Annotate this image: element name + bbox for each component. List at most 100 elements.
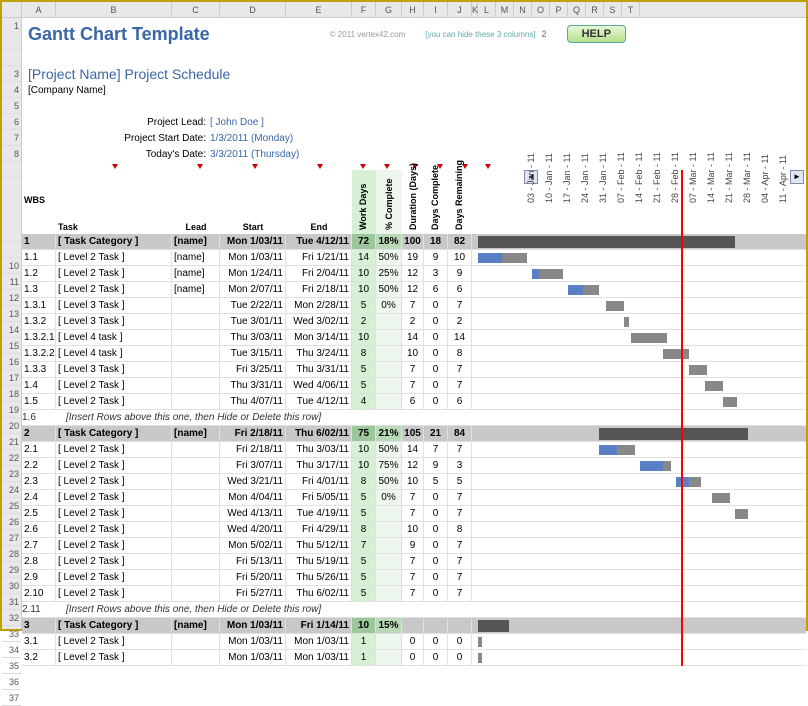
cell-dr[interactable]: 7	[448, 362, 472, 377]
cell-wbs[interactable]: 2.10	[22, 586, 56, 601]
task-row[interactable]: 3.2[ Level 2 Task ]Mon 1/03/11Mon 1/03/1…	[22, 650, 806, 666]
cell-start[interactable]: Wed 4/13/11	[220, 506, 286, 521]
cell-pct[interactable]	[376, 378, 402, 393]
cell-lead[interactable]	[172, 474, 220, 489]
cell-dr[interactable]: 3	[448, 458, 472, 473]
row-header[interactable]: 36	[2, 674, 21, 690]
cell-lead[interactable]	[172, 394, 220, 409]
task-row[interactable]: 1.3.2.1 [ Level 4 task ]Thu 3/03/11Mon 3…	[22, 330, 806, 346]
cell-dr[interactable]: 7	[448, 538, 472, 553]
cell-dr[interactable]: 2	[448, 314, 472, 329]
cell-dc[interactable]: 6	[424, 282, 448, 297]
row-header[interactable]: 37	[2, 690, 21, 706]
cell-end[interactable]: Wed 4/06/11	[286, 378, 352, 393]
cell-start[interactable]: Fri 3/25/11	[220, 362, 286, 377]
col-header[interactable]: R	[586, 2, 604, 17]
task-row[interactable]: 2.1[ Level 2 Task ]Fri 2/18/11Thu 3/03/1…	[22, 442, 806, 458]
insert-placeholder-row[interactable]: 2.11[Insert Rows above this one, then Hi…	[22, 602, 806, 618]
row-header[interactable]: 30	[2, 578, 21, 594]
cell-task[interactable]: [ Level 2 Task ]	[56, 378, 172, 393]
cell-wd[interactable]: 7	[352, 538, 376, 553]
cell-dur[interactable]: 7	[402, 554, 424, 569]
cell-pct[interactable]	[376, 650, 402, 665]
cell-end[interactable]: Tue 4/19/11	[286, 506, 352, 521]
cell-start[interactable]: Fri 5/27/11	[220, 586, 286, 601]
cell-dc[interactable]: 9	[424, 458, 448, 473]
cell-dur[interactable]: 7	[402, 298, 424, 313]
cell-lead[interactable]	[172, 346, 220, 361]
task-row[interactable]: 2.5[ Level 2 Task ]Wed 4/13/11Tue 4/19/1…	[22, 506, 806, 522]
cell-wbs[interactable]: 1.1	[22, 250, 56, 265]
cell-end[interactable]: Mon 3/14/11	[286, 330, 352, 345]
cell-dur[interactable]: 12	[402, 266, 424, 281]
col-header[interactable]: L	[478, 2, 496, 17]
cell-start[interactable]: Fri 5/13/11	[220, 554, 286, 569]
cell-end[interactable]: Thu 3/31/11	[286, 362, 352, 377]
cell-dr[interactable]: 7	[448, 490, 472, 505]
row-header[interactable]: 29	[2, 562, 21, 578]
cell-start[interactable]: Mon 2/07/11	[220, 282, 286, 297]
cell-start[interactable]: Fri 2/18/11	[220, 426, 286, 441]
row-header[interactable]: 14	[2, 322, 21, 338]
task-row[interactable]: 2.7[ Level 2 Task ]Mon 5/02/11Thu 5/12/1…	[22, 538, 806, 554]
task-row[interactable]: 2.6[ Level 2 Task ]Wed 4/20/11Fri 4/29/1…	[22, 522, 806, 538]
cell-wbs[interactable]: 3.1	[22, 634, 56, 649]
cell-end[interactable]: Fri 4/29/11	[286, 522, 352, 537]
cell-start[interactable]: Mon 1/03/11	[220, 634, 286, 649]
cell-dr[interactable]: 6	[448, 394, 472, 409]
cell-dur[interactable]: 7	[402, 362, 424, 377]
cell-end[interactable]: Fri 5/05/11	[286, 490, 352, 505]
cell-dr[interactable]: 9	[448, 266, 472, 281]
row-header[interactable]: 28	[2, 546, 21, 562]
cell-lead[interactable]	[172, 314, 220, 329]
task-row[interactable]: 1.1[ Level 2 Task ][name]Mon 1/03/11Fri …	[22, 250, 806, 266]
cell-task[interactable]: [ Level 2 Task ]	[56, 458, 172, 473]
task-row[interactable]: 1.3[ Level 2 Task ][name]Mon 2/07/11Fri …	[22, 282, 806, 298]
cell-pct[interactable]	[376, 362, 402, 377]
cell-end[interactable]: Mon 1/03/11	[286, 634, 352, 649]
col-header[interactable]: I	[424, 2, 448, 17]
cell-start[interactable]: Mon 1/03/11	[220, 250, 286, 265]
cell-dr[interactable]: 8	[448, 522, 472, 537]
col-header[interactable]: J	[448, 2, 472, 17]
meta-value[interactable]: [ John Doe ]	[210, 117, 264, 128]
cell-wbs[interactable]: 1.2	[22, 266, 56, 281]
cell-wbs[interactable]: 2.3	[22, 474, 56, 489]
cell-lead[interactable]	[172, 554, 220, 569]
cell-dur[interactable]: 10	[402, 474, 424, 489]
task-row[interactable]: 1.2[ Level 2 Task ][name]Mon 1/24/11Fri …	[22, 266, 806, 282]
row-header[interactable]: 15	[2, 338, 21, 354]
cell-task[interactable]: [ Level 4 task ]	[56, 346, 172, 361]
cell-wd[interactable]: 8	[352, 346, 376, 361]
cell-start[interactable]: Mon 4/04/11	[220, 490, 286, 505]
cell-start[interactable]: Mon 1/03/11	[220, 234, 286, 249]
cell-wbs[interactable]: 2.5	[22, 506, 56, 521]
row-header[interactable]: 7	[2, 130, 21, 146]
cell-dc[interactable]: 0	[424, 554, 448, 569]
cell-wbs[interactable]: 1.3.2.1	[22, 330, 56, 345]
row-header[interactable]: 4	[2, 82, 21, 98]
col-header[interactable]: C	[172, 2, 220, 17]
cell-pct[interactable]	[376, 570, 402, 585]
cell-dr[interactable]: 6	[448, 282, 472, 297]
cell-wd[interactable]: 5	[352, 570, 376, 585]
cell-task[interactable]: [ Level 2 Task ]	[56, 650, 172, 665]
task-row[interactable]: 2.3[ Level 2 Task ]Wed 3/21/11Fri 4/01/1…	[22, 474, 806, 490]
cell-task[interactable]: [ Level 2 Task ]	[56, 250, 172, 265]
cell-pct[interactable]	[376, 538, 402, 553]
cell-dc[interactable]: 0	[424, 650, 448, 665]
cell-end[interactable]: Fri 4/01/11	[286, 474, 352, 489]
cell-dur[interactable]: 10	[402, 346, 424, 361]
cell-pct[interactable]: 75%	[376, 458, 402, 473]
cell-wbs[interactable]: 1.3.2.2	[22, 346, 56, 361]
task-row[interactable]: 2.10[ Level 2 Task ]Fri 5/27/11Thu 6/02/…	[22, 586, 806, 602]
cell-dc[interactable]: 9	[424, 250, 448, 265]
col-header[interactable]: P	[550, 2, 568, 17]
col-header[interactable]: B	[56, 2, 172, 17]
row-header[interactable]: 16	[2, 354, 21, 370]
cell-task[interactable]: [ Level 2 Task ]	[56, 266, 172, 281]
cell-wd[interactable]: 8	[352, 474, 376, 489]
cell-lead[interactable]	[172, 362, 220, 377]
cell-dr[interactable]: 0	[448, 634, 472, 649]
cell-lead[interactable]	[172, 650, 220, 665]
